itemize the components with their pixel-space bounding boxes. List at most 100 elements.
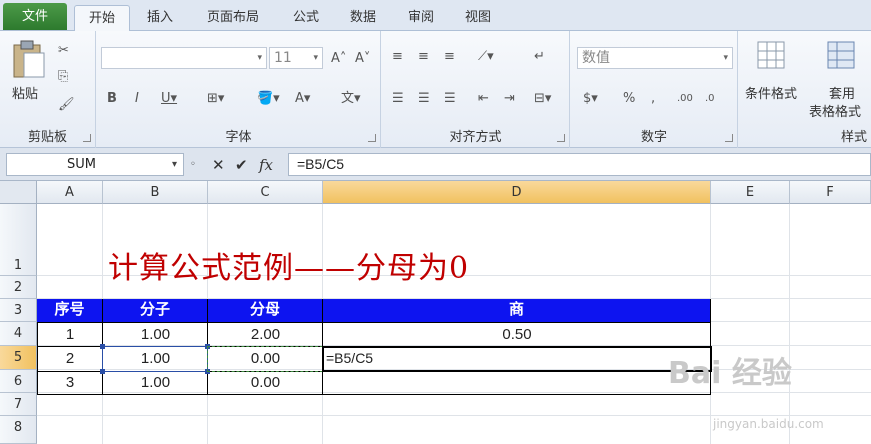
cell-a4[interactable]: 1 bbox=[37, 326, 103, 343]
formula-input[interactable]: =B5/C5 bbox=[288, 153, 871, 176]
tab-formulas[interactable]: 公式 bbox=[286, 5, 326, 31]
baidu-watermark: Bai 经验 bbox=[668, 356, 792, 391]
align-middle-icon[interactable]: ≡ bbox=[418, 49, 429, 65]
row-header-6[interactable]: 6 bbox=[0, 370, 37, 393]
increase-decimal-icon[interactable]: .00 bbox=[677, 91, 693, 107]
alignment-group: ≡ ≡ ≡ ⟋▾ ↵ ☰ ☰ ☰ ⇤ ⇥ ⊟▾ 对齐方式 bbox=[382, 31, 570, 148]
font-color-icon[interactable]: A▾ bbox=[295, 91, 310, 107]
shrink-font-icon[interactable]: A˅ bbox=[355, 51, 370, 67]
format-as-table-icon[interactable] bbox=[827, 41, 857, 73]
merge-center-icon[interactable]: ⊟▾ bbox=[534, 91, 551, 107]
align-right-icon[interactable]: ☰ bbox=[444, 91, 456, 107]
tab-file[interactable]: 文件 bbox=[3, 3, 67, 30]
name-box[interactable]: SUM ▾ bbox=[6, 153, 184, 176]
grow-font-icon[interactable]: A˄ bbox=[331, 51, 346, 67]
font-launcher-icon[interactable] bbox=[368, 134, 376, 142]
alignment-launcher-icon[interactable] bbox=[557, 134, 565, 142]
conditional-formatting-icon[interactable] bbox=[757, 41, 787, 73]
ribbon-tab-bar: 文件 开始 插入 页面布局 公式 数据 审阅 视图 bbox=[0, 0, 871, 32]
row-header-7[interactable]: 7 bbox=[0, 393, 37, 416]
align-top-icon[interactable]: ≡ bbox=[392, 49, 403, 65]
alignment-group-label: 对齐方式 bbox=[449, 130, 502, 145]
clipboard-group-label: 剪贴板 bbox=[27, 130, 67, 145]
cell-b6[interactable]: 1.00 bbox=[103, 374, 208, 391]
number-format-combo[interactable]: 数值 ▾ bbox=[577, 47, 733, 69]
decrease-indent-icon[interactable]: ⇤ bbox=[478, 91, 489, 107]
format-as-table-label-1[interactable]: 套用 bbox=[829, 83, 855, 102]
row-header-4[interactable]: 4 bbox=[0, 322, 37, 346]
column-header-e[interactable]: E bbox=[711, 181, 790, 204]
format-as-table-label-2[interactable]: 表格格式 bbox=[809, 101, 861, 120]
font-group-label: 字体 bbox=[225, 130, 252, 145]
tab-page-layout[interactable]: 页面布局 bbox=[198, 5, 268, 31]
styles-group: 条件格式 套用 表格格式 样式 bbox=[739, 31, 871, 148]
header-cell-quotient[interactable]: 商 bbox=[323, 299, 711, 322]
underline-icon[interactable]: U▾ bbox=[161, 91, 177, 107]
insert-function-icon[interactable]: fx bbox=[259, 155, 273, 175]
copy-icon[interactable]: ⎘ bbox=[58, 69, 68, 85]
border-icon[interactable]: ⊞▾ bbox=[207, 91, 224, 107]
cut-icon[interactable]: ✂ bbox=[58, 43, 69, 59]
wrap-text-icon[interactable]: ↵ bbox=[534, 49, 545, 65]
enter-icon[interactable]: ✔ bbox=[235, 155, 248, 175]
number-group: 数值 ▾ $▾ % , .00 .0 数字 bbox=[571, 31, 738, 148]
formula-bar: SUM ▾ ◦ ✕ ✔ fx =B5/C5 bbox=[0, 148, 871, 181]
row-header-1[interactable]: 1 bbox=[0, 204, 37, 276]
reference-box-c5 bbox=[207, 346, 323, 372]
column-header-d[interactable]: D bbox=[323, 181, 711, 204]
tab-view[interactable]: 视图 bbox=[458, 5, 498, 31]
column-header-a[interactable]: A bbox=[37, 181, 103, 204]
formula-bar-toggle-icon[interactable]: ◦ bbox=[190, 155, 196, 175]
row-header-2[interactable]: 2 bbox=[0, 276, 37, 299]
tab-home[interactable]: 开始 bbox=[74, 5, 130, 32]
column-header-f[interactable]: F bbox=[790, 181, 871, 204]
paste-label[interactable]: 粘贴 bbox=[12, 83, 38, 102]
fill-color-icon[interactable]: 🪣▾ bbox=[257, 91, 280, 107]
row-header-3[interactable]: 3 bbox=[0, 299, 37, 322]
header-cell-denominator[interactable]: 分母 bbox=[208, 299, 323, 322]
cancel-icon[interactable]: ✕ bbox=[212, 155, 225, 175]
format-painter-icon[interactable]: 🖌 bbox=[58, 97, 75, 113]
tab-insert[interactable]: 插入 bbox=[140, 5, 180, 31]
accounting-format-icon[interactable]: $▾ bbox=[583, 91, 598, 107]
row-header-8[interactable]: 8 bbox=[0, 416, 37, 444]
clipboard-group: 粘贴 ✂ ⎘ 🖌 剪贴板 bbox=[0, 31, 96, 148]
bold-icon[interactable]: B bbox=[107, 91, 117, 107]
align-center-icon[interactable]: ☰ bbox=[418, 91, 430, 107]
orientation-icon[interactable]: ⟋▾ bbox=[478, 49, 494, 65]
align-left-icon[interactable]: ☰ bbox=[392, 91, 404, 107]
paste-icon[interactable] bbox=[12, 39, 46, 79]
select-all-corner[interactable] bbox=[0, 181, 37, 204]
comma-style-icon[interactable]: , bbox=[651, 91, 655, 107]
percent-icon[interactable]: % bbox=[623, 91, 635, 107]
ribbon: 粘贴 ✂ ⎘ 🖌 剪贴板 ▾ 11 ▾ A˄ A˅ B I U▾ ⊞▾ 🪣▾ A▾… bbox=[0, 31, 871, 148]
align-bottom-icon[interactable]: ≡ bbox=[444, 49, 455, 65]
header-cell-numerator[interactable]: 分子 bbox=[103, 299, 208, 322]
tab-data[interactable]: 数据 bbox=[343, 5, 383, 31]
cell-c6[interactable]: 0.00 bbox=[208, 374, 323, 391]
decrease-decimal-icon[interactable]: .0 bbox=[705, 91, 715, 107]
cell-d4[interactable]: 0.50 bbox=[323, 326, 711, 343]
row-header-5[interactable]: 5 bbox=[0, 346, 37, 370]
cell-a5[interactable]: 2 bbox=[37, 350, 103, 367]
clipboard-launcher-icon[interactable] bbox=[83, 134, 91, 142]
reference-handle[interactable] bbox=[100, 344, 105, 349]
cell-c4[interactable]: 2.00 bbox=[208, 326, 323, 343]
conditional-formatting-label[interactable]: 条件格式 bbox=[745, 83, 797, 102]
active-cell-d5[interactable] bbox=[322, 346, 712, 372]
cell-a6[interactable]: 3 bbox=[37, 374, 103, 391]
number-group-label: 数字 bbox=[640, 130, 667, 145]
column-header-c[interactable]: C bbox=[208, 181, 323, 204]
increase-indent-icon[interactable]: ⇥ bbox=[504, 91, 515, 107]
reference-handle[interactable] bbox=[100, 369, 105, 374]
font-name-combo[interactable]: ▾ bbox=[101, 47, 267, 69]
number-launcher-icon[interactable] bbox=[725, 134, 733, 142]
italic-icon[interactable]: I bbox=[135, 91, 139, 107]
styles-group-label: 样式 bbox=[840, 130, 867, 145]
header-cell-index[interactable]: 序号 bbox=[37, 299, 103, 322]
font-size-combo[interactable]: 11 ▾ bbox=[269, 47, 323, 69]
phonetic-icon[interactable]: 文▾ bbox=[341, 91, 361, 107]
column-header-b[interactable]: B bbox=[103, 181, 208, 204]
tab-review[interactable]: 审阅 bbox=[401, 5, 441, 31]
cell-b4[interactable]: 1.00 bbox=[103, 326, 208, 343]
